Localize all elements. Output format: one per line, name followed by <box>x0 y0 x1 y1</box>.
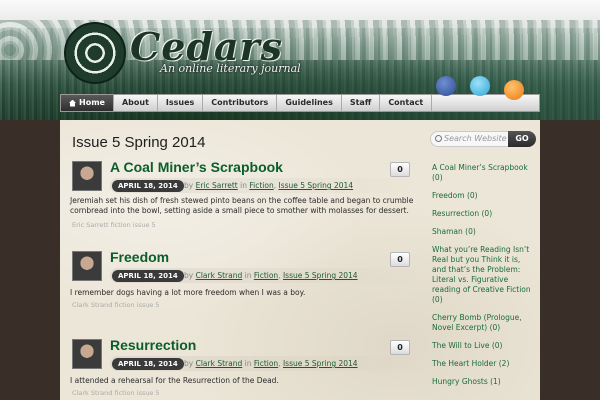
nav-item-about[interactable]: About <box>114 95 158 111</box>
post-date: APRIL 18, 2014 <box>112 358 184 370</box>
post-tags[interactable]: Clark Strand fiction issue 5 <box>72 301 160 309</box>
rss-icon[interactable] <box>504 80 524 100</box>
sidebar-post-link[interactable]: The Heart Holder (2) <box>432 356 536 374</box>
issue-link[interactable]: Issue 5 Spring 2014 <box>283 271 358 280</box>
nav-item-staff[interactable]: Staff <box>342 95 381 111</box>
nav-item-label: Home <box>79 98 105 107</box>
site-tagline: An online literary journal <box>160 62 301 75</box>
post-date: APRIL 18, 2014 <box>112 180 184 192</box>
post-title-link[interactable]: Resurrection <box>110 337 196 353</box>
post-thumbnail[interactable] <box>72 339 102 369</box>
twitter-icon[interactable] <box>470 76 490 96</box>
search-placeholder: Search Website <box>444 134 507 143</box>
post-excerpt: I remember dogs having a lot more freedo… <box>70 288 306 297</box>
post-tags[interactable]: Eric Sarrett fiction issue 5 <box>72 221 156 229</box>
category-link[interactable]: Fiction <box>254 359 278 368</box>
post-excerpt: Jeremiah set his dish of fresh stewed pi… <box>70 196 414 215</box>
sidebar-post-link[interactable]: What you’re Reading Isn’t Real but you T… <box>432 242 536 310</box>
post-title-link[interactable]: A Coal Miner’s Scrapbook <box>110 159 283 175</box>
author-link[interactable]: Clark Strand <box>196 271 243 280</box>
sidebar-post-link[interactable]: Resurrection (0) <box>432 206 536 224</box>
post-thumbnail[interactable] <box>72 161 102 191</box>
post-meta: by Eric Sarrett in Fiction, Issue 5 Spri… <box>184 181 354 190</box>
sidebar-post-link[interactable]: Hungry Ghosts (1) <box>432 374 536 392</box>
facebook-icon[interactable] <box>436 76 456 96</box>
search-go-button[interactable]: GO <box>508 131 536 147</box>
issue-link[interactable]: Issue 5 Spring 2014 <box>278 181 353 190</box>
search-input[interactable]: Search Website <box>430 131 510 147</box>
nav-item-home[interactable]: Home <box>61 95 114 111</box>
nav-item-contact[interactable]: Contact <box>380 95 433 111</box>
cedar-logo-icon[interactable] <box>64 22 126 84</box>
category-link[interactable]: Fiction <box>254 271 278 280</box>
issue-link[interactable]: Issue 5 Spring 2014 <box>283 359 358 368</box>
nav-item-contributors[interactable]: Contributors <box>203 95 278 111</box>
nav-item-guidelines[interactable]: Guidelines <box>277 95 342 111</box>
main-nav: Home About Issues Contributors Guideline… <box>60 94 540 112</box>
comment-count-badge[interactable]: 0 <box>390 252 410 267</box>
comment-count-badge[interactable]: 0 <box>390 340 410 355</box>
post-excerpt: I attended a rehearsal for the Resurrect… <box>70 376 279 385</box>
post-meta: by Clark Strand in Fiction, Issue 5 Spri… <box>184 359 358 368</box>
post-thumbnail[interactable] <box>72 251 102 281</box>
meta-by: by <box>184 271 194 280</box>
post-meta: by Clark Strand in Fiction, Issue 5 Spri… <box>184 271 358 280</box>
meta-by: by <box>184 181 194 190</box>
recent-posts-list: A Coal Miner’s Scrapbook (0) Freedom (0)… <box>432 160 536 392</box>
author-link[interactable]: Clark Strand <box>196 359 243 368</box>
search-icon <box>435 135 442 142</box>
post-date: APRIL 18, 2014 <box>112 270 184 282</box>
meta-by: by <box>184 359 194 368</box>
sidebar-post-link[interactable]: Shaman (0) <box>432 224 536 242</box>
meta-in: in <box>244 271 252 280</box>
comment-count-badge[interactable]: 0 <box>390 162 410 177</box>
meta-in: in <box>240 181 247 190</box>
sidebar-post-link[interactable]: The Will to Live (0) <box>432 338 536 356</box>
sidebar-post-link[interactable]: A Coal Miner’s Scrapbook (0) <box>432 160 536 188</box>
post-tags[interactable]: Clark Strand fiction issue 5 <box>72 389 160 397</box>
site-header: Cedars An online literary journal Home A… <box>0 0 600 120</box>
meta-in: in <box>244 359 252 368</box>
category-link[interactable]: Fiction <box>249 181 273 190</box>
page-title: Issue 5 Spring 2014 <box>72 134 206 151</box>
post-title-link[interactable]: Freedom <box>110 249 169 265</box>
author-link[interactable]: Eric Sarrett <box>196 181 238 190</box>
nav-item-issues[interactable]: Issues <box>158 95 204 111</box>
sidebar-post-link[interactable]: Cherry Bomb (Prologue, Novel Excerpt) (0… <box>432 310 536 338</box>
sidebar-post-link[interactable]: Freedom (0) <box>432 188 536 206</box>
home-icon <box>69 99 76 107</box>
